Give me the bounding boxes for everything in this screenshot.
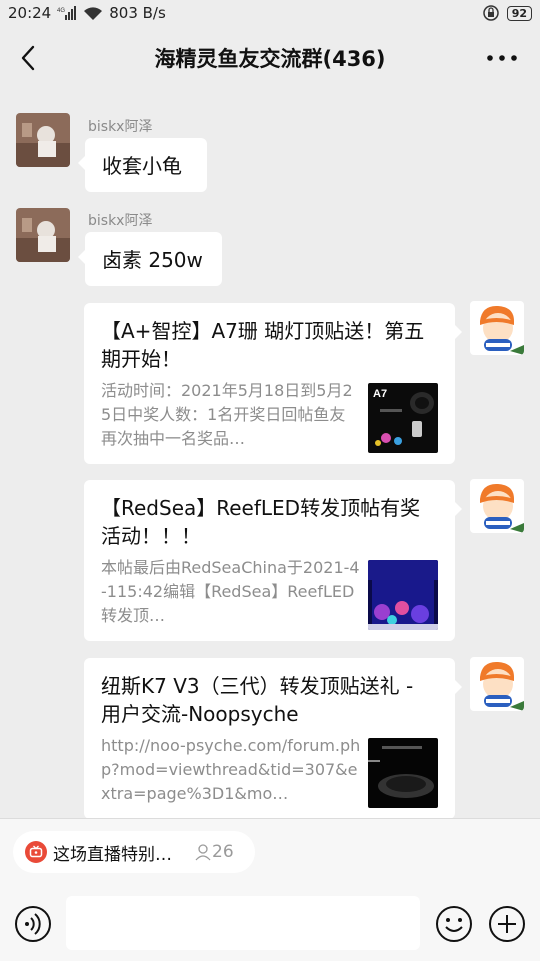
more-dots-icon[interactable]	[484, 42, 520, 74]
message-bubble[interactable]: 收套小龟	[78, 138, 207, 192]
avatar[interactable]	[470, 657, 524, 711]
message-bubble[interactable]: 卤素 250w	[78, 232, 222, 286]
page-title: 海精灵鱼友交流群(436)	[154, 47, 386, 71]
voice-icon[interactable]	[14, 905, 52, 943]
avatar[interactable]	[470, 301, 524, 355]
card-thumbnail	[368, 738, 438, 808]
viewer-count: 26	[212, 842, 234, 862]
message-text: 收套小龟	[102, 154, 182, 178]
sender-name: biskx阿泽	[88, 213, 153, 229]
message-text: 卤素 250w	[102, 248, 203, 272]
plus-icon[interactable]	[488, 905, 526, 943]
live-tv-icon	[25, 841, 47, 863]
wifi-icon	[84, 6, 103, 20]
link-card[interactable]: 【RedSea】ReefLED转发顶帖有奖活动！！！ 本帖最后由RedSeaCh…	[84, 480, 462, 641]
svg-text:4G: 4G	[57, 8, 65, 14]
card-thumbnail: A7	[368, 383, 438, 453]
card-title: 【RedSea】ReefLED转发顶帖有奖活动！！！	[101, 496, 421, 548]
status-time: 20:24	[8, 4, 52, 22]
status-bar: 20:24 4G 803 B/s 92	[0, 0, 540, 26]
lock-icon	[482, 5, 499, 21]
card-description: 本帖最后由RedSeaChina于2021-4-115:42编辑【RedSea】…	[101, 558, 360, 625]
card-description: 活动时间：2021年5月18日到5月25日中奖人数：1名开奖日回帖鱼友再次抽中一…	[101, 381, 353, 448]
link-card[interactable]: 纽斯K7 V3（三代）转发顶贴送礼 - 用户交流-Noopsyche http:…	[84, 658, 462, 819]
network-speed: 803 B/s	[109, 4, 166, 22]
chevron-left-icon[interactable]	[14, 42, 46, 74]
thumb-label: A7	[373, 388, 387, 400]
card-title: 纽斯K7 V3（三代）转发顶贴送礼 - 用户交流-Noopsyche	[101, 674, 414, 726]
signal-icon: 4G	[57, 6, 77, 20]
sender-name: biskx阿泽	[88, 119, 153, 135]
avatar[interactable]	[470, 479, 524, 533]
avatar[interactable]	[16, 113, 70, 167]
bottom-input-area: 这场直播特别… 26	[0, 818, 540, 961]
card-description: http://noo-psyche.com/forum.php?mod=view…	[101, 736, 361, 803]
battery-indicator: 92	[506, 5, 532, 21]
card-title: 【A+智控】A7珊 瑚灯顶贴送！第五期开始！	[101, 319, 425, 371]
chat-header: 海精灵鱼友交流群(436)	[0, 26, 540, 90]
link-card[interactable]: 【A+智控】A7珊 瑚灯顶贴送！第五期开始！ 活动时间：2021年5月18日到5…	[84, 303, 462, 464]
live-banner[interactable]: 这场直播特别… 26	[13, 831, 255, 873]
message-input[interactable]	[66, 896, 420, 950]
live-title: 这场直播特别…	[53, 844, 172, 865]
emoji-icon[interactable]	[435, 905, 473, 943]
avatar[interactable]	[16, 208, 70, 262]
person-icon	[195, 844, 211, 861]
card-thumbnail	[368, 560, 438, 630]
